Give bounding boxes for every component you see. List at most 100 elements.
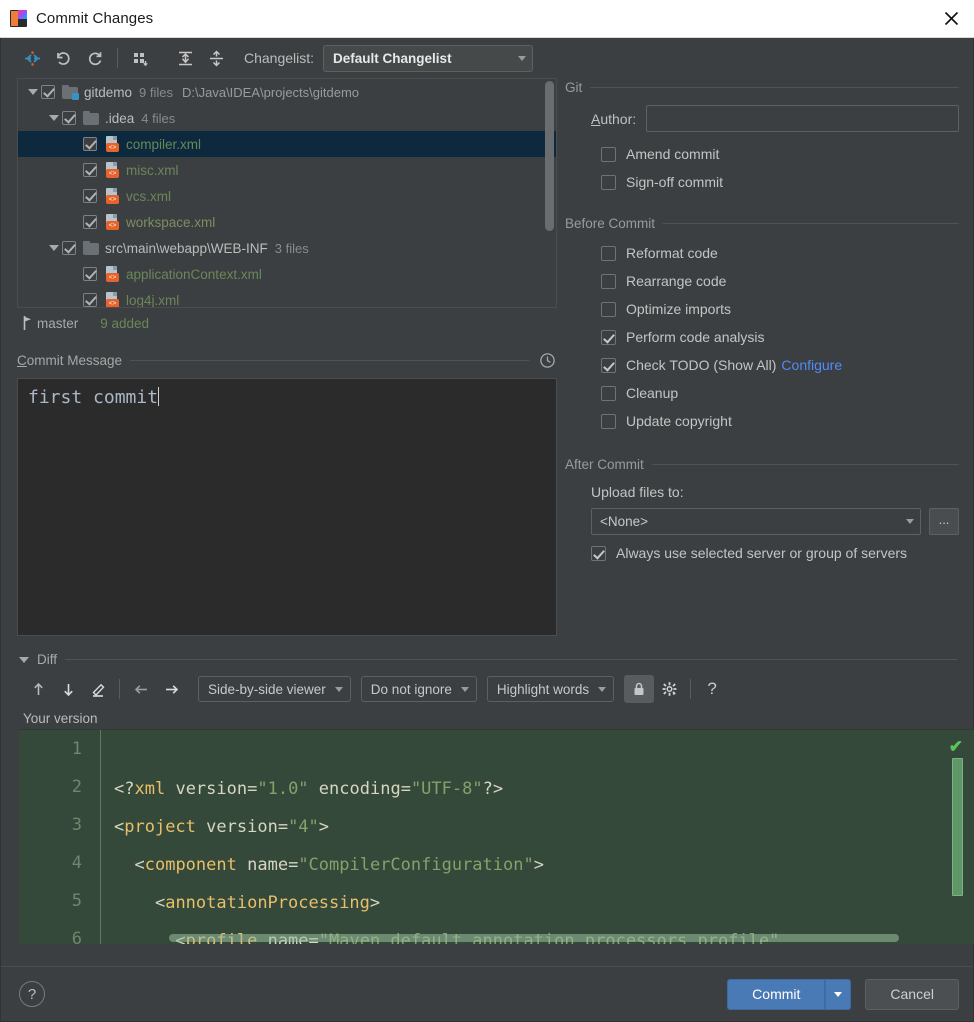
tree-row[interactable]: <>misc.xml [18, 157, 556, 183]
tree-vertical-scrollbar[interactable] [545, 81, 554, 231]
folder-icon [83, 241, 99, 255]
viewer-mode-value: Side-by-side viewer [208, 682, 326, 697]
revert-icon[interactable] [48, 44, 79, 72]
viewer-mode-dropdown[interactable]: Side-by-side viewer [198, 676, 351, 702]
expand-triangle-icon[interactable] [45, 245, 62, 251]
tree-row[interactable]: <>applicationContext.xml [18, 261, 556, 287]
browse-servers-button[interactable]: ... [929, 508, 959, 535]
upload-server-dropdown[interactable]: <None> [591, 508, 921, 535]
tree-row[interactable]: src\main\webapp\WEB-INF3 files [18, 235, 556, 261]
code-content: <?xml version="1.0" encoding="UTF-8"?><p… [114, 730, 974, 944]
always-use-server-label: Always use selected server or group of s… [616, 545, 907, 561]
code-vertical-scrollbar[interactable] [952, 758, 963, 896]
expand-all-icon[interactable] [170, 44, 201, 72]
author-field[interactable] [646, 105, 959, 132]
checkbox-box [601, 274, 616, 289]
checkbox-box [601, 147, 616, 162]
checkbox-box [601, 358, 616, 373]
commit-options-button[interactable] [825, 979, 851, 1010]
configure-link[interactable]: Configure [781, 357, 842, 373]
changelist-dropdown[interactable]: Default Changelist [323, 45, 533, 72]
check-todo-checkbox[interactable]: Check TODO (Show All) Configure [565, 351, 959, 379]
lock-icon[interactable] [624, 675, 654, 703]
commit-message-input[interactable]: first commit [17, 378, 557, 636]
question-mark-icon[interactable]: ? [697, 675, 727, 703]
gear-icon[interactable] [654, 675, 684, 703]
tree-row-checkbox[interactable] [83, 137, 97, 151]
tree-row-label: compiler.xml [126, 137, 201, 152]
diff-section-header: Diff [19, 652, 957, 667]
accept-right-icon[interactable] [156, 675, 186, 703]
next-difference-icon[interactable] [53, 675, 83, 703]
chevron-down-icon [906, 519, 914, 524]
tree-row[interactable]: <>workspace.xml [18, 209, 556, 235]
before-commit-section-header: Before Commit [565, 216, 959, 231]
group-by-icon[interactable] [125, 44, 156, 72]
section-rule [590, 87, 959, 88]
tree-row[interactable]: <>vcs.xml [18, 183, 556, 209]
checkbox-label: Reformat code [626, 245, 718, 261]
line-number-gutter: 123456 [19, 730, 101, 944]
previous-difference-icon[interactable] [23, 675, 53, 703]
commit-message-label: Commit Message [17, 353, 122, 368]
checkbox-box [601, 175, 616, 190]
checkbox-label: Check TODO (Show All) [626, 357, 776, 373]
close-icon[interactable] [928, 0, 974, 38]
diff-code-pane[interactable]: 123456 <?xml version="1.0" encoding="UTF… [19, 729, 974, 944]
commit-button[interactable]: Commit [727, 979, 825, 1010]
edit-source-icon[interactable] [83, 675, 113, 703]
tree-row[interactable]: <>compiler.xml [18, 131, 556, 157]
always-use-server-checkbox[interactable]: Always use selected server or group of s… [565, 539, 959, 567]
tree-row-checkbox[interactable] [83, 293, 97, 307]
collapse-all-icon[interactable] [201, 44, 232, 72]
branch-added-count: 9 added [100, 316, 149, 331]
update-copyright-checkbox[interactable]: Update copyright [565, 407, 959, 435]
chevron-down-icon [518, 56, 526, 61]
perform-code-analysis-checkbox[interactable]: Perform code analysis [565, 323, 959, 351]
show-diff-icon[interactable] [17, 44, 48, 72]
help-button[interactable]: ? [19, 981, 45, 1007]
expand-triangle-icon[interactable] [45, 115, 62, 121]
tree-row-label: src\main\webapp\WEB-INF [105, 241, 268, 256]
sign-off-commit-checkbox[interactable]: Sign-off commit [565, 168, 959, 196]
checkbox-label: Update copyright [626, 413, 732, 429]
line-number: 1 [19, 730, 100, 768]
tree-row[interactable]: gitdemo9 filesD:\Java\IDEA\projects\gitd… [18, 79, 556, 105]
dialog-footer: ? Commit Cancel [1, 966, 973, 1021]
tree-row-checkbox[interactable] [83, 267, 97, 281]
cancel-button[interactable]: Cancel [865, 979, 959, 1010]
code-line: <?xml version="1.0" encoding="UTF-8"?> [114, 770, 974, 808]
checkbox-label: Cleanup [626, 385, 678, 401]
changes-toolbar: Changelist: Default Changelist [1, 38, 973, 78]
line-number: 4 [19, 844, 100, 882]
tree-row[interactable]: .idea4 files [18, 105, 556, 131]
expand-triangle-icon[interactable] [24, 89, 41, 95]
tree-row-checkbox[interactable] [83, 163, 97, 177]
before-commit-title: Before Commit [565, 216, 655, 231]
xml-file-icon: <> [104, 292, 120, 308]
tree-row-checkbox[interactable] [62, 111, 76, 125]
code-horizontal-scrollbar[interactable] [169, 934, 899, 942]
reformat-code-checkbox[interactable]: Reformat code [565, 239, 959, 267]
toolbar-separator [119, 679, 120, 699]
rearrange-code-checkbox[interactable]: Rearrange code [565, 267, 959, 295]
optimize-imports-checkbox[interactable]: Optimize imports [565, 295, 959, 323]
changed-files-tree[interactable]: gitdemo9 filesD:\Java\IDEA\projects\gitd… [17, 78, 557, 308]
cleanup-checkbox[interactable]: Cleanup [565, 379, 959, 407]
accept-left-icon[interactable] [126, 675, 156, 703]
upload-server-value: <None> [600, 514, 906, 529]
clock-history-icon[interactable] [537, 350, 557, 370]
tree-row-checkbox[interactable] [83, 189, 97, 203]
tree-row[interactable]: <>log4j.xml [18, 287, 556, 308]
refresh-icon[interactable] [79, 44, 110, 72]
ignore-mode-dropdown[interactable]: Do not ignore [361, 676, 477, 702]
collapse-triangle-icon[interactable] [19, 657, 29, 663]
highlight-mode-dropdown[interactable]: Highlight words [487, 676, 614, 702]
author-label: Author: [591, 111, 636, 127]
line-number: 5 [19, 882, 100, 920]
chevron-down-icon [834, 992, 842, 997]
amend-commit-checkbox[interactable]: Amend commit [565, 140, 959, 168]
tree-row-checkbox[interactable] [83, 215, 97, 229]
tree-row-checkbox[interactable] [62, 241, 76, 255]
tree-row-checkbox[interactable] [41, 85, 55, 99]
